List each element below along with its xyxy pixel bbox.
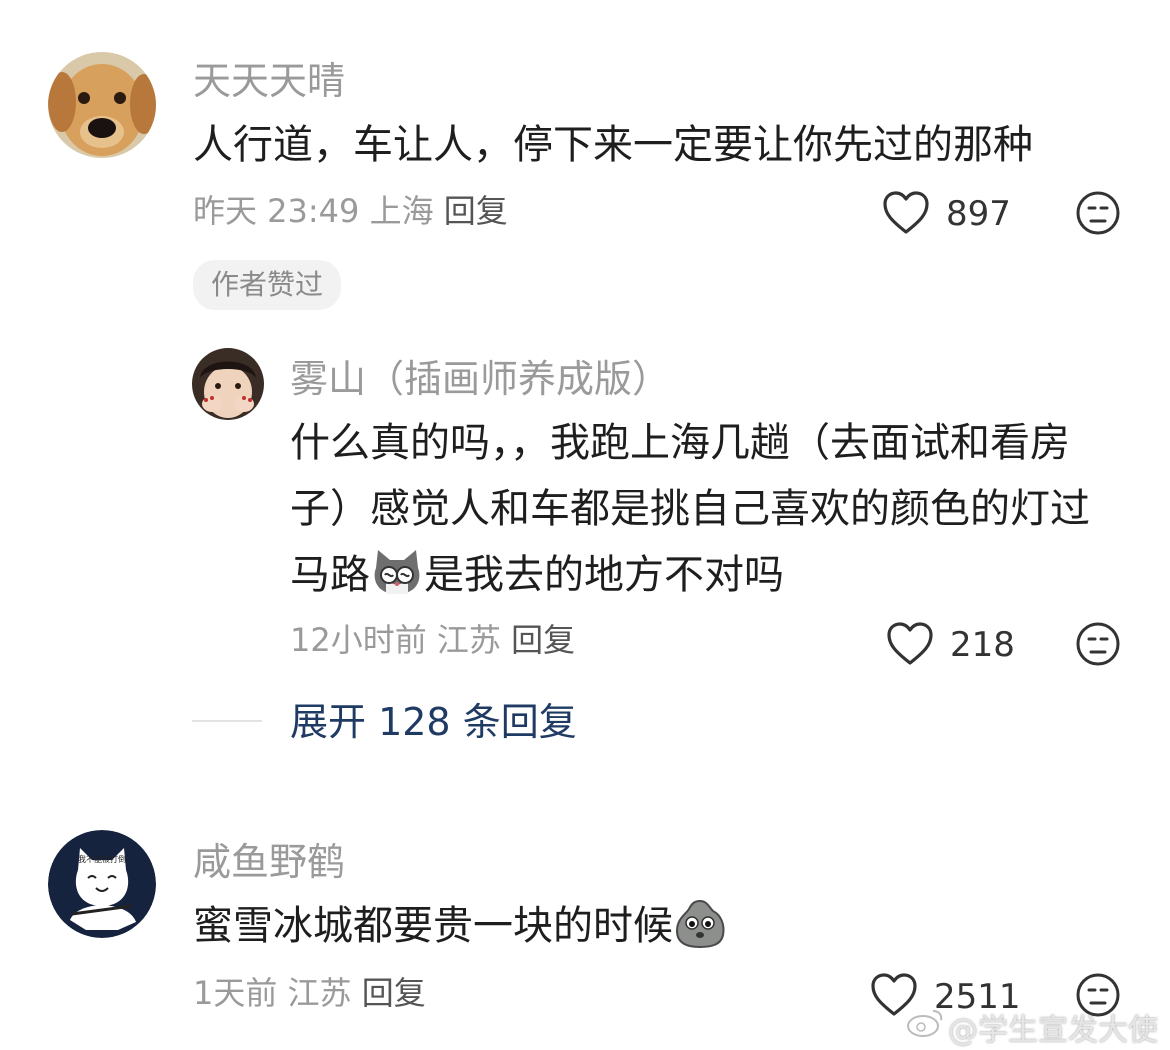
dislike-button[interactable] [1075,621,1121,667]
avatar-caption: 我不能被打倒 [78,855,126,864]
reply-text-part: 是我去的地方不对吗 [424,552,784,598]
like-button[interactable] [886,621,934,667]
avatar[interactable]: 我不能被打倒 [48,830,156,938]
watermark: @学生宣发大使 [948,1013,1158,1048]
dislike-button[interactable] [1075,190,1121,236]
reply-username[interactable]: 雾山（插画师养成版） [290,360,670,398]
expand-divider [192,720,262,722]
heart-icon [883,191,929,234]
heart-icon [887,622,933,665]
comment-meta: 1天前 江苏 回复 [193,977,426,1009]
golden-retriever-avatar-icon [48,52,156,158]
reply-text: 什么真的吗，，我跑上海几趟（去面试和看房 子）感觉人和车都是挑自己喜欢的颜色的灯… [290,410,1090,618]
avatar[interactable] [192,348,264,420]
reply-time: 12小时前 [290,621,427,659]
reply-button[interactable]: 回复 [362,974,426,1012]
comment-location: 江苏 [287,974,352,1012]
comment-text-part: 蜜雪冰城都要贵一块的时候 [193,903,673,949]
comment-text: 蜜雪冰城都要贵一块的时候 [193,893,727,969]
like-count: 218 [950,625,1015,665]
author-liked-badge: 作者赞过 [193,260,342,310]
reply-text-part: 马路 [290,552,370,598]
weibo-logo-icon [905,1005,945,1039]
comment-meta: 昨天 23:49 上海 回复 [193,195,508,227]
cat-dizzy-emoji-icon [370,548,424,618]
reply-meta: 12小时前 江苏 回复 [290,624,575,656]
comment-username[interactable]: 天天天晴 [193,62,345,100]
neutral-face-icon [1076,191,1120,235]
comment-time: 1天前 [193,974,278,1012]
comment-location: 上海 [369,192,434,230]
reply-location: 江苏 [436,621,501,659]
reply-text-line: 子）感觉人和车都是挑自己喜欢的颜色的灯过 [290,486,1090,532]
like-button[interactable] [882,190,930,236]
comment-username[interactable]: 咸鱼野鹤 [193,843,345,881]
like-count: 897 [946,194,1011,234]
reply-text-line: 马路 是我去的地方不对吗 [290,542,1090,618]
sad-potato-emoji-icon [673,897,727,969]
comment-time: 昨天 23:49 [193,192,360,230]
expand-replies-button[interactable]: 展开 128 条回复 [290,703,577,741]
reply-button[interactable]: 回复 [444,192,508,230]
girl-covering-face-avatar-icon [192,348,264,420]
reply-button[interactable]: 回复 [511,621,575,659]
cartoon-cat-avatar-icon [48,830,156,938]
avatar[interactable] [48,52,156,158]
reply-text-line: 什么真的吗，，我跑上海几趟（去面试和看房 [290,420,1070,466]
neutral-face-icon [1076,622,1120,666]
comment-text: 人行道，车让人，停下来一定要让你先过的那种 [193,122,1033,168]
